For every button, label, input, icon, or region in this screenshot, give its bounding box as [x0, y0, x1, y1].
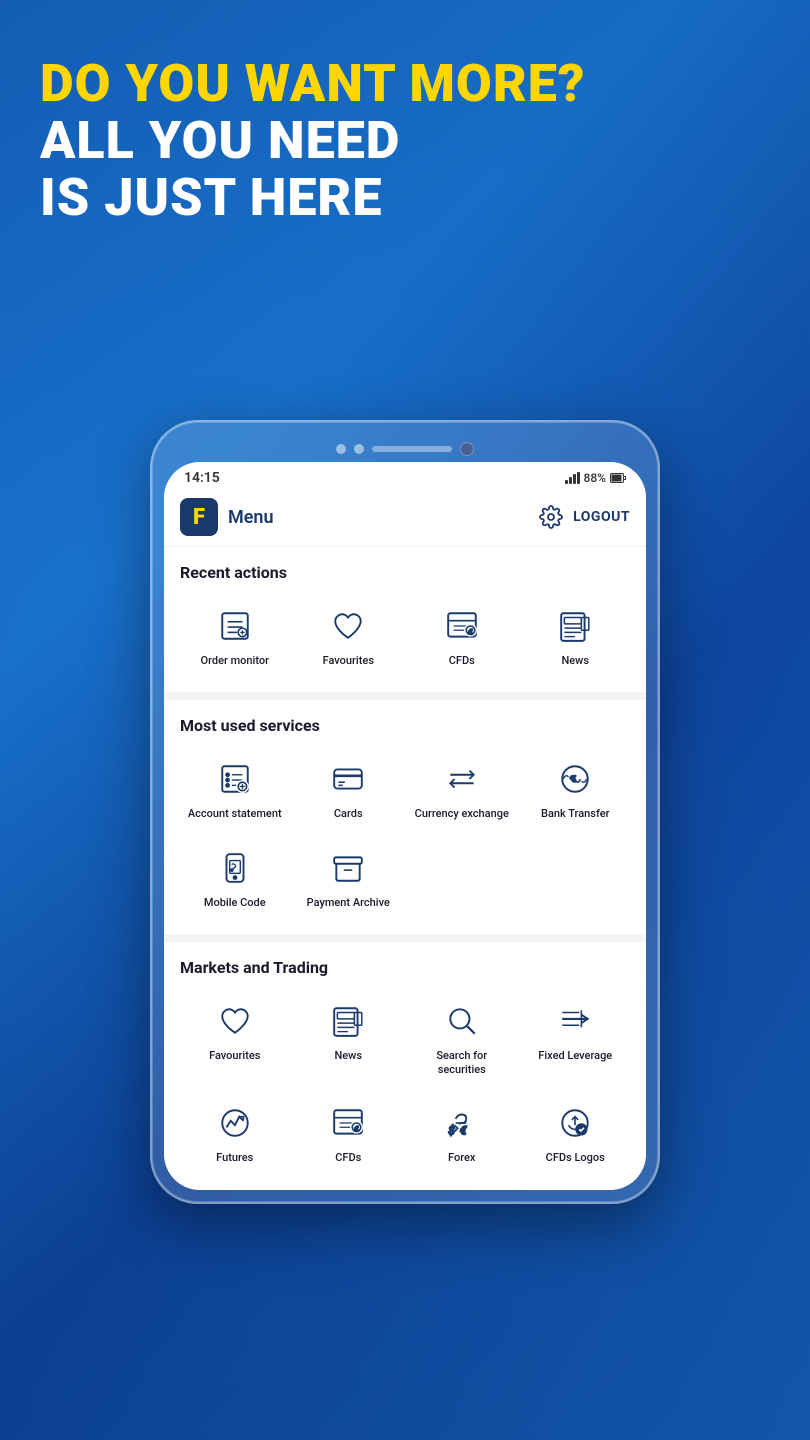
cards-item[interactable]: Cards [294, 749, 404, 829]
cfds-recent-item[interactable]: € CFDs [407, 596, 517, 676]
signal-icon [565, 472, 580, 484]
search-securities-label: Search for securities [411, 1049, 513, 1078]
cfds-logos-item[interactable]: CFDs Logos [521, 1093, 631, 1173]
favourites-heart-icon [213, 999, 257, 1043]
currency-exchange-label: Currency exchange [415, 807, 509, 821]
svg-text:€: € [355, 1125, 359, 1134]
news-markets-label: News [334, 1049, 362, 1063]
forex-item[interactable]: € $ Forex [407, 1093, 517, 1173]
cfds-markets-label: CFDs [335, 1151, 361, 1165]
markets-grid-row1: Favourites [180, 991, 630, 1086]
cfds-logos-icon [553, 1101, 597, 1145]
cfds-markets-icon: € [326, 1101, 370, 1145]
news-label: News [561, 654, 589, 668]
news-markets-icon [326, 999, 370, 1043]
order-monitor-icon [213, 604, 257, 648]
fixed-leverage-item[interactable]: Fixed Leverage [521, 991, 631, 1086]
markets-grid-row2: Futures € [180, 1093, 630, 1173]
futures-label: Futures [216, 1151, 253, 1165]
battery-icon [610, 473, 626, 483]
order-monitor-item[interactable]: Order monitor [180, 596, 290, 676]
divider-2 [164, 934, 646, 942]
currency-exchange-item[interactable]: Currency exchange [407, 749, 517, 829]
markets-trading-section: Markets and Trading Favourites [164, 942, 646, 1190]
cfds-logos-label: CFDs Logos [546, 1151, 605, 1165]
app-header: F Menu LOGOUT [164, 490, 646, 547]
search-securities-item[interactable]: Search for securities [407, 991, 517, 1086]
svg-text:€: € [468, 628, 472, 637]
heart-icon [326, 604, 370, 648]
forex-icon: € $ [440, 1101, 484, 1145]
recent-actions-title: Recent actions [180, 563, 630, 582]
mobile-code-item[interactable]: Mobile Code [180, 838, 290, 918]
recent-actions-section: Recent actions [164, 547, 646, 692]
cards-label: Cards [334, 807, 363, 821]
status-time: 14:15 [184, 470, 220, 486]
phone-mockup: 14:15 88% [150, 420, 660, 1204]
order-monitor-label: Order monitor [201, 654, 270, 668]
svg-text:€: € [571, 774, 576, 785]
payment-archive-label: Payment Archive [307, 896, 390, 910]
phone-screen: 14:15 88% [164, 462, 646, 1190]
fixed-leverage-icon [553, 999, 597, 1043]
phone-dot-1 [336, 444, 346, 454]
favourites-markets-item[interactable]: Favourites [180, 991, 290, 1086]
search-securities-icon [440, 999, 484, 1043]
phone-camera [460, 442, 474, 456]
status-bar: 14:15 88% [164, 462, 646, 490]
favourites-recent-item[interactable]: Favourites [294, 596, 404, 676]
bank-transfer-icon: € [553, 757, 597, 801]
mobile-code-label: Mobile Code [204, 896, 266, 910]
payment-archive-item[interactable]: Payment Archive [294, 838, 404, 918]
menu-label[interactable]: Menu [228, 507, 274, 528]
cfds-icon: € [440, 604, 484, 648]
favourites-label: Favourites [323, 654, 374, 668]
bank-transfer-label: Bank Transfer [541, 807, 609, 821]
hero-section: DO YOU WANT MORE? ALL YOU NEED IS JUST H… [40, 55, 585, 227]
favourites-markets-label: Favourites [209, 1049, 260, 1063]
bank-transfer-item[interactable]: € Bank Transfer [521, 749, 631, 829]
most-used-grid-row1: Account statement Cards [180, 749, 630, 829]
settings-icon[interactable] [539, 505, 563, 529]
app-logo-area[interactable]: F Menu [180, 498, 274, 536]
futures-item[interactable]: Futures [180, 1093, 290, 1173]
status-right: 88% [565, 471, 626, 485]
mobile-code-icon [213, 846, 257, 890]
account-statement-icon [213, 757, 257, 801]
news-markets-item[interactable]: News [294, 991, 404, 1086]
most-used-title: Most used services [180, 716, 630, 735]
account-statement-label: Account statement [188, 807, 282, 821]
cfds-markets-item[interactable]: € CFDs [294, 1093, 404, 1173]
phone-frame: 14:15 88% [150, 420, 660, 1204]
phone-pill [372, 446, 452, 452]
news-icon [553, 604, 597, 648]
svg-text:€: € [460, 1124, 467, 1138]
account-statement-item[interactable]: Account statement [180, 749, 290, 829]
app-logo[interactable]: F [180, 498, 218, 536]
news-recent-item[interactable]: News [521, 596, 631, 676]
battery-text: 88% [584, 471, 606, 485]
currency-exchange-icon [440, 757, 484, 801]
hero-line2: ALL YOU NEED IS JUST HERE [40, 112, 585, 226]
forex-label: Forex [448, 1151, 475, 1165]
divider-1 [164, 692, 646, 700]
fixed-leverage-label: Fixed Leverage [538, 1049, 612, 1063]
hero-line1: DO YOU WANT MORE? [40, 55, 585, 112]
markets-trading-title: Markets and Trading [180, 958, 630, 977]
most-used-section: Most used services [164, 700, 646, 934]
phone-dot-2 [354, 444, 364, 454]
header-right: LOGOUT [539, 505, 630, 529]
cfds-label: CFDs [449, 654, 475, 668]
logout-button[interactable]: LOGOUT [573, 509, 630, 525]
phone-notch [164, 434, 646, 462]
most-used-grid-row2: Mobile Code Payment Archive [180, 838, 630, 918]
cards-icon [326, 757, 370, 801]
futures-icon [213, 1101, 257, 1145]
payment-archive-icon [326, 846, 370, 890]
recent-actions-grid: Order monitor Favourites [180, 596, 630, 676]
